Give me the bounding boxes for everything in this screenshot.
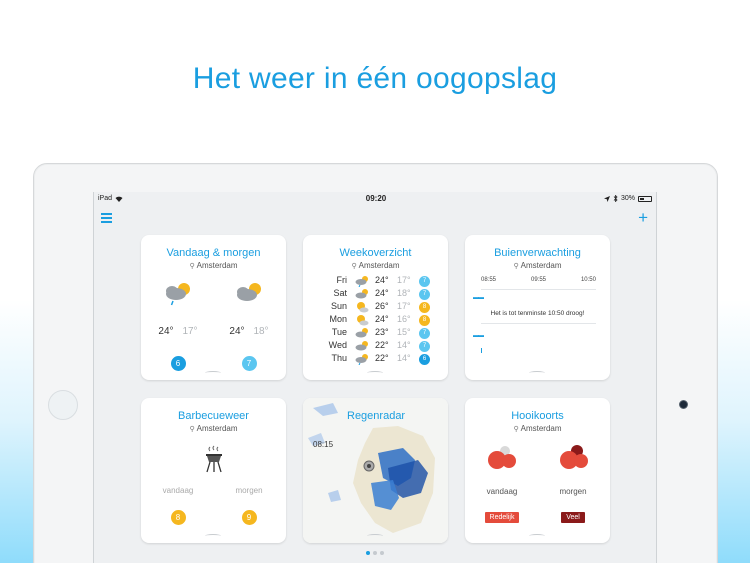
headline: Het weer in één oogopslag [192, 62, 558, 95]
page-indicator[interactable] [366, 551, 384, 555]
card-grip[interactable] [367, 534, 383, 538]
card-grip[interactable] [205, 371, 221, 375]
pollen-icon [560, 445, 588, 469]
pin-icon: ⚲ [189, 263, 195, 270]
card-location: ⚲ Amsterdam [513, 424, 562, 433]
pollen-icon [488, 446, 516, 469]
pin-icon: ⚲ [513, 426, 519, 433]
cloud-sun-icon [355, 289, 368, 299]
app-screen: iPad 09:20 30% + Vandaag & morgen ⚲ Amste… [93, 192, 657, 563]
status-time: 09:20 [365, 194, 387, 203]
week-row: Tue 23° 15° 7 [321, 327, 436, 340]
cloud-sun-icon [237, 283, 261, 301]
battery-percent: 30% [620, 195, 635, 202]
rain-time-axis: 08:55 09:55 10:50 [481, 277, 596, 283]
home-button[interactable] [48, 390, 78, 420]
weather-score-badge: 7 [241, 356, 257, 371]
day-label: vandaag [162, 486, 194, 495]
bbq-day-tomorrow: morgen 9 [224, 486, 274, 525]
card-week-overview[interactable]: Weekoverzicht ⚲ Amsterdam Fri 24° 17° 7 Sa… [303, 235, 448, 380]
temp-low: 18° [253, 326, 269, 337]
pin-icon: ⚲ [189, 426, 195, 433]
cloud-rain-sun-icon [355, 276, 368, 287]
card-title: Weekoverzicht [339, 247, 412, 259]
page-dot[interactable] [373, 551, 377, 555]
radar-time: 08:15 [313, 440, 334, 449]
rain-grid-line [481, 289, 596, 290]
location-arrow-icon [603, 195, 610, 202]
card-today-tomorrow[interactable]: Vandaag & morgen ⚲ Amsterdam 24° 17° 6 24… [141, 235, 286, 380]
week-row: Thu 22° 14° 6 [321, 353, 436, 366]
week-row: Mon 24° 16° 8 [321, 314, 436, 327]
cloud-sun-icon [355, 328, 368, 338]
rain-drop-icon [481, 348, 482, 353]
week-row: Sun 26° 17° 8 [321, 301, 436, 314]
bbq-score-badge: 8 [170, 510, 186, 525]
pin-icon: ⚲ [513, 263, 519, 270]
bbq-score-badge: 9 [241, 510, 257, 525]
card-grip[interactable] [529, 534, 545, 538]
cloud-sun-icon [355, 341, 368, 351]
add-icon[interactable]: + [638, 209, 648, 226]
rain-grid-line [481, 323, 596, 324]
bbq-day-today: vandaag 8 [153, 486, 203, 525]
sun-cloud-icon [357, 315, 369, 326]
temp-high: 24° [229, 326, 245, 337]
card-location: ⚲ Amsterdam [189, 424, 238, 433]
temp-high: 24° [158, 326, 174, 337]
hamburger-menu-icon[interactable] [101, 213, 112, 223]
pin-icon: ⚲ [351, 263, 357, 270]
card-title: Vandaag & morgen [166, 247, 261, 259]
card-grip[interactable] [367, 371, 383, 375]
day-label: vandaag [486, 487, 518, 496]
bluetooth-icon [613, 195, 618, 202]
cloud-rain-sun-icon [355, 354, 368, 365]
sun-cloud-icon [357, 302, 369, 313]
pollen-level-badge: Redelijk [484, 512, 520, 523]
barbecue-icon [206, 445, 222, 473]
day-label: morgen [235, 486, 263, 495]
card-title: Regenradar [347, 410, 406, 422]
week-row: Wed 22° 14° 7 [321, 340, 436, 353]
day-label: morgen [559, 487, 587, 496]
card-title: Buienverwachting [494, 247, 581, 259]
pollen-level-badge: Veel [561, 512, 585, 523]
card-location: ⚲ Amsterdam [513, 261, 562, 270]
weather-score-badge: 6 [170, 356, 186, 371]
card-grip[interactable] [205, 534, 221, 538]
temp-low: 17° [182, 326, 198, 337]
status-bar: iPad 09:20 30% [94, 192, 656, 206]
page-dot[interactable] [366, 551, 370, 555]
cloud-rain-sun-icon [166, 283, 190, 306]
day-column-today: 24° 17° 6 [153, 280, 203, 371]
card-location: ⚲ Amsterdam [189, 261, 238, 270]
rain-drop-icon: ▬▬ [473, 295, 484, 301]
card-location: ⚲ Amsterdam [351, 261, 400, 270]
card-barbecue[interactable]: Barbecueweer ⚲ Amsterdam vandaag 8 morgen… [141, 398, 286, 543]
card-hay-fever[interactable]: Hooikoorts ⚲ Amsterdam vandaag Redelijk m… [465, 398, 610, 543]
card-rain-radar[interactable]: Regenradar 08:15 [303, 398, 448, 543]
card-title: Hooikoorts [511, 410, 564, 422]
day-column-tomorrow: 24° 18° 7 [224, 280, 274, 371]
rain-message: Het is tot tenminste 10:50 droog! [490, 310, 585, 317]
card-grip[interactable] [529, 371, 545, 375]
camera-icon [679, 400, 688, 409]
card-rain-forecast[interactable]: Buienverwachting ⚲ Amsterdam 08:55 09:55 … [465, 235, 610, 380]
pollen-day-today: vandaag Redelijk [477, 487, 527, 524]
week-row: Sat 24° 18° 7 [321, 288, 436, 301]
week-row: Fri 24° 17° 7 [321, 275, 436, 288]
battery-icon [638, 195, 652, 202]
card-title: Barbecueweer [178, 410, 249, 422]
pollen-day-tomorrow: morgen Veel [548, 487, 598, 524]
rain-drop-icon: ▬▬ [473, 333, 484, 339]
page-dot[interactable] [380, 551, 384, 555]
